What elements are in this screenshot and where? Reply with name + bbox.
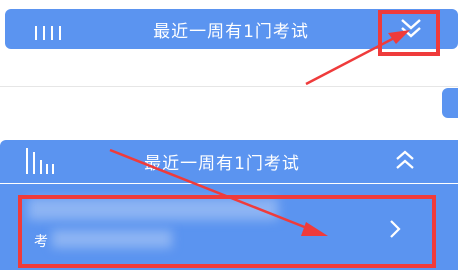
chevron-up-icon[interactable] xyxy=(394,150,416,172)
divider xyxy=(0,86,458,87)
bars-icon xyxy=(35,26,65,40)
exam-summary-title: 最近一周有1门考试 xyxy=(153,21,309,42)
highlight-toggle-box xyxy=(378,10,440,56)
side-tab xyxy=(442,88,458,118)
bars-icon xyxy=(26,148,62,174)
exam-summary-bar-expanded[interactable]: 最近一周有1门考试 xyxy=(0,140,458,183)
exam-summary-title: 最近一周有1门考试 xyxy=(144,154,300,174)
side-rail xyxy=(0,214,8,270)
highlight-exam-item-box xyxy=(18,195,436,268)
